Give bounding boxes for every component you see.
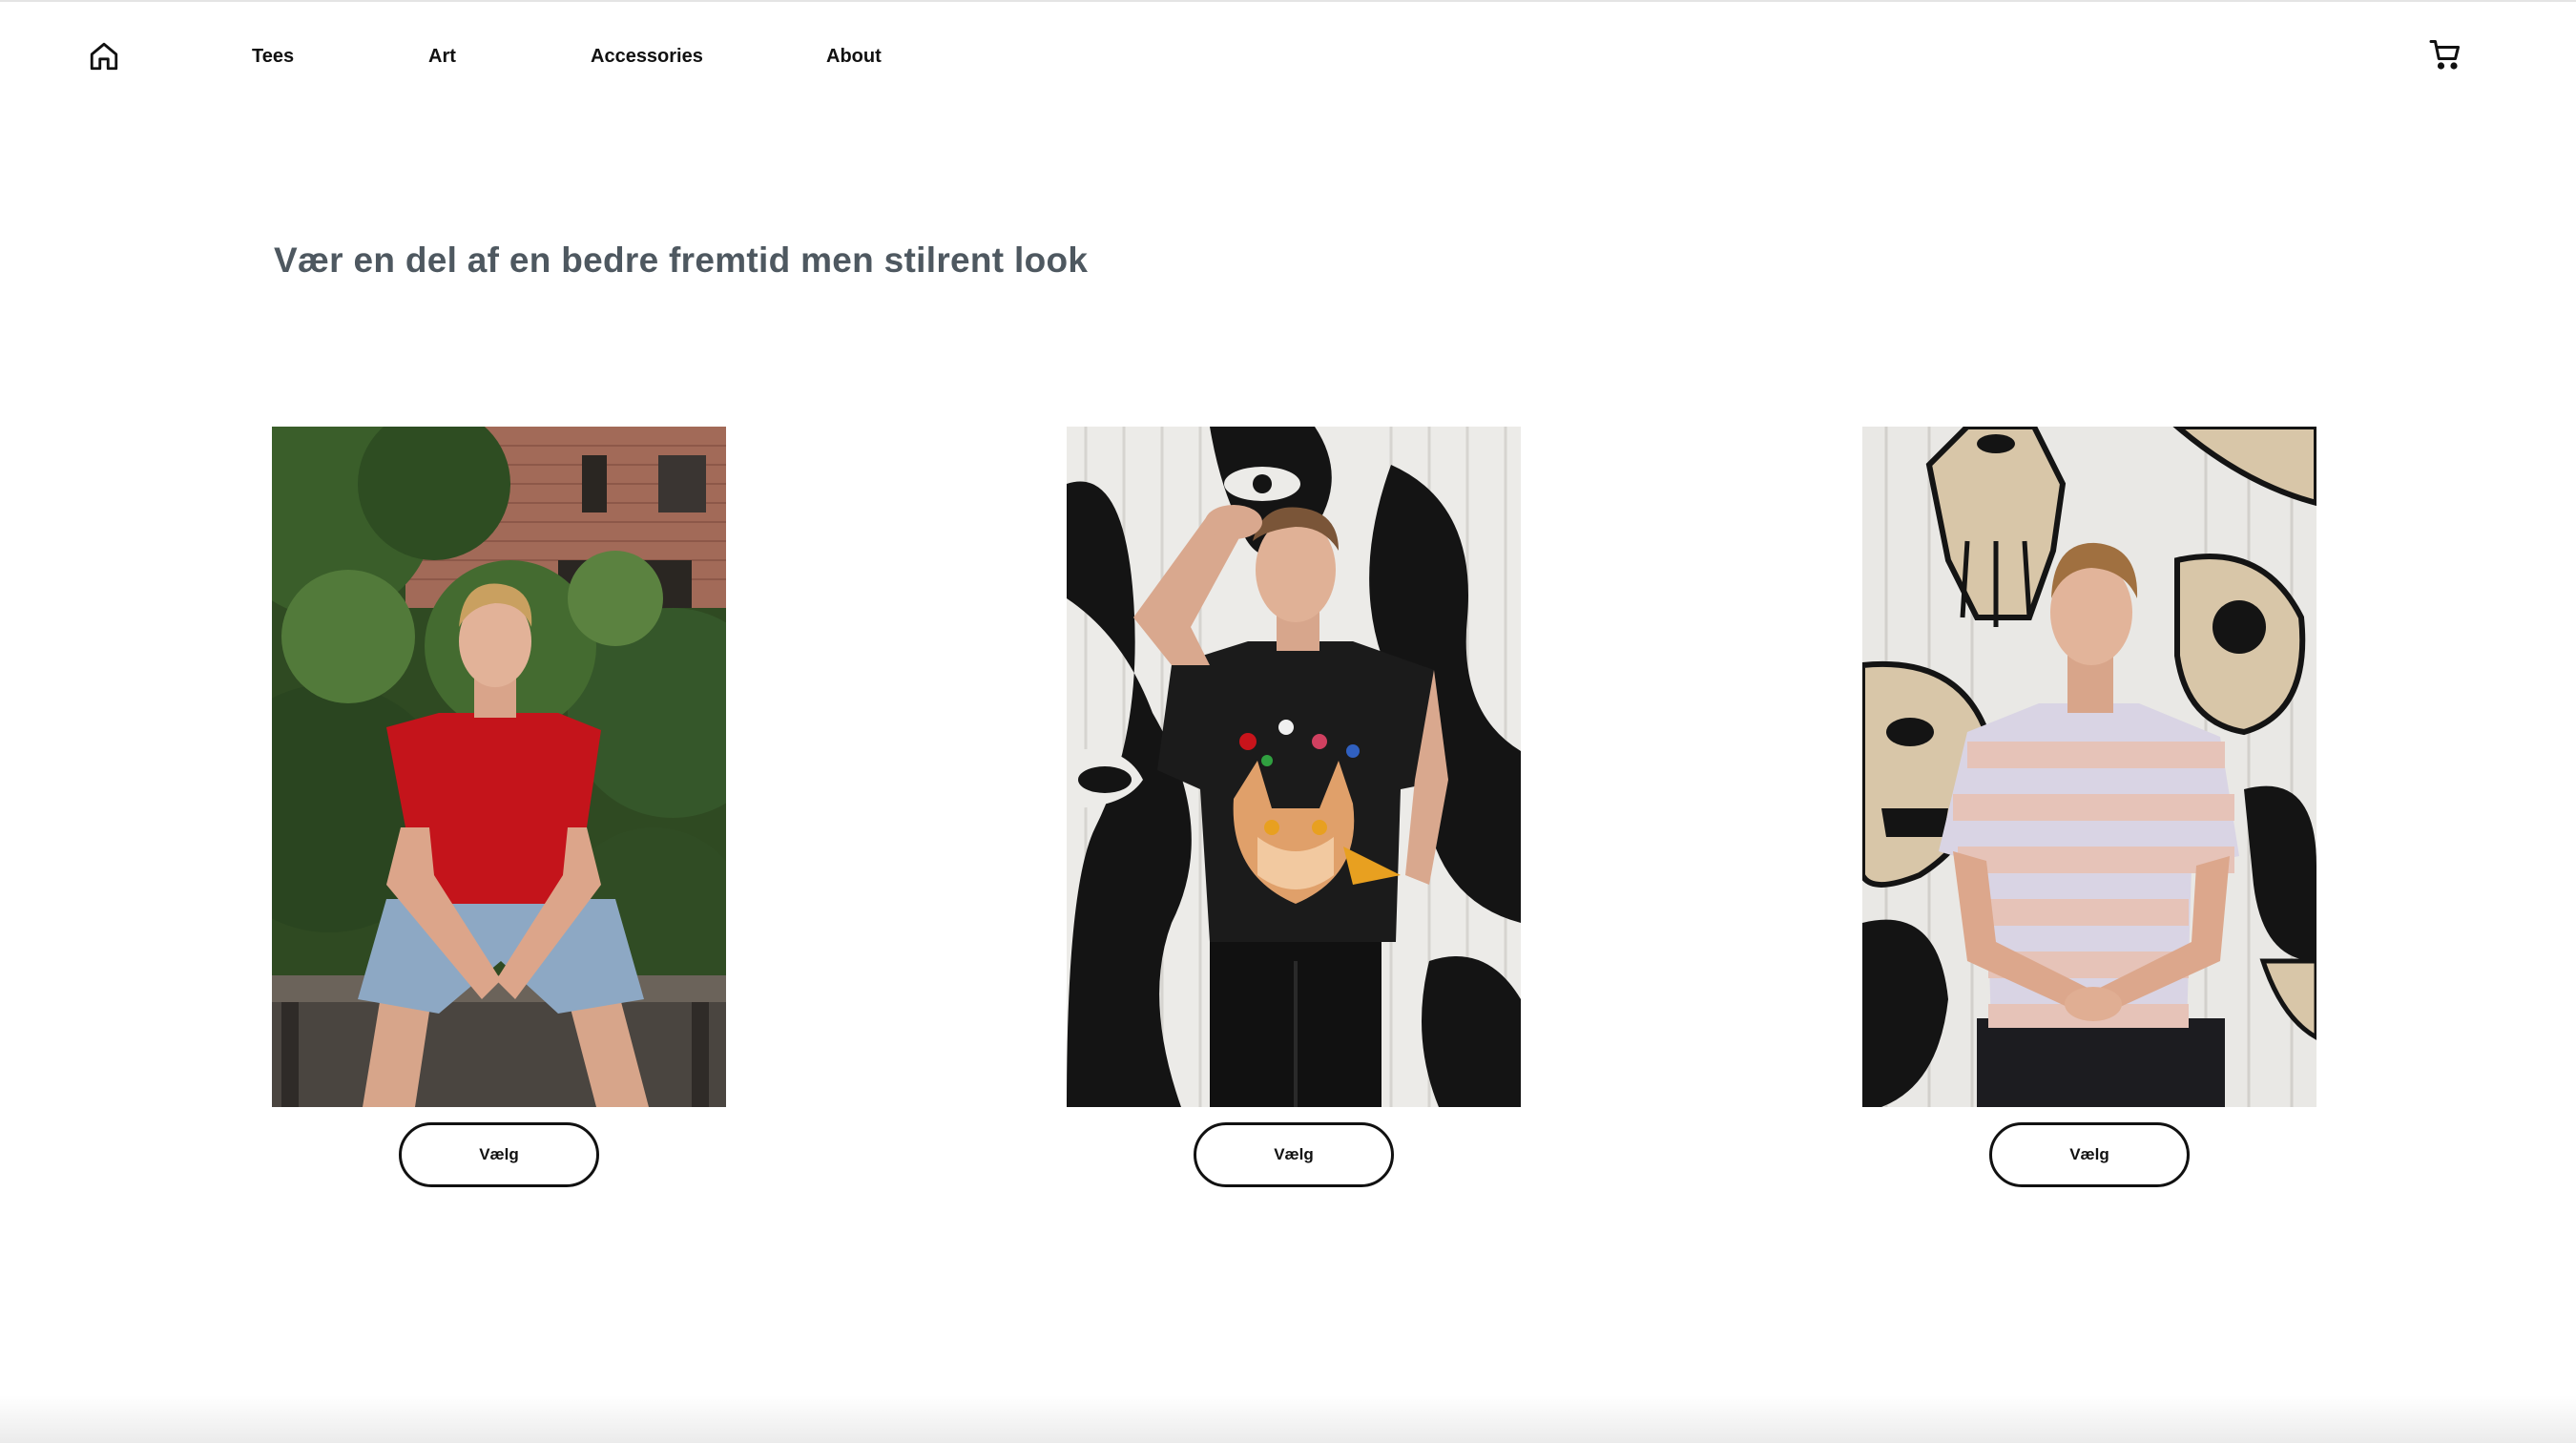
choose-button[interactable]: Vælg [399,1122,599,1187]
nav-link-tees[interactable]: Tees [252,46,294,68]
product-photo[interactable] [1862,427,2316,1107]
product-photo[interactable] [272,427,726,1107]
product-card: Vælg [272,427,726,1187]
nav-link-accessories[interactable]: Accessories [591,46,703,68]
cart-button[interactable] [2427,36,2463,73]
product-card: Vælg [1067,427,1521,1187]
main-nav: Tees Art Accessories About [0,0,2576,115]
bottom-fade [0,1395,2576,1443]
product-photo[interactable] [1067,427,1521,1107]
nav-link-about[interactable]: About [826,46,882,68]
home-icon [90,42,118,71]
choose-button[interactable]: Vælg [1194,1122,1394,1187]
page-headline: Vær en del af en bedre fremtid men stilr… [274,240,1089,280]
product-card: Vælg [1862,427,2316,1187]
page: Tees Art Accessories About Vær en del af… [0,0,2576,1443]
cart-icon [2429,40,2460,70]
choose-button[interactable]: Vælg [1989,1122,2190,1187]
home-button[interactable] [86,38,122,74]
nav-link-art[interactable]: Art [428,46,456,68]
